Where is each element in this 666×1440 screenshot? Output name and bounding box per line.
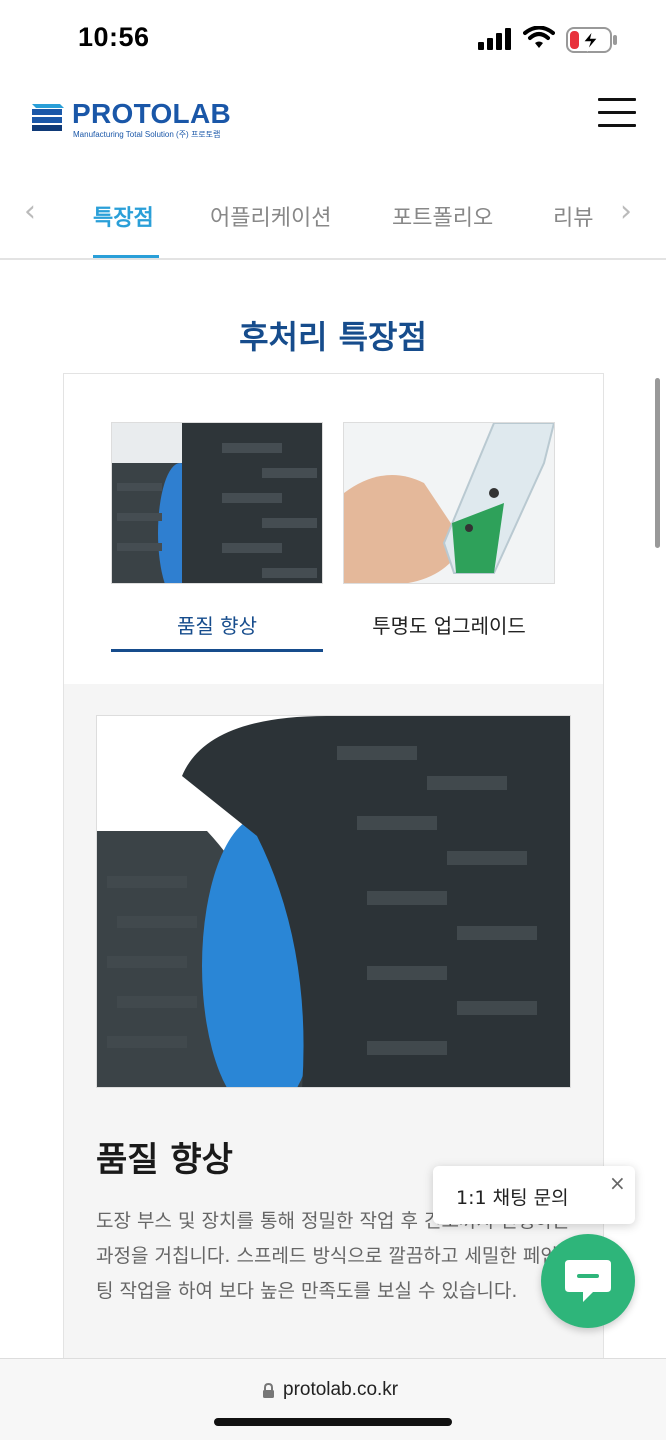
- browser-url-bar[interactable]: protolab.co.kr: [0, 1358, 666, 1440]
- site-header: PROTOLAB Manufacturing Total Solution (주…: [0, 80, 666, 160]
- tab-reviews[interactable]: 리뷰: [553, 200, 593, 232]
- signal-icon: [478, 28, 511, 50]
- scrollbar[interactable]: [655, 378, 660, 548]
- thumb-transparency-image[interactable]: [343, 422, 555, 584]
- logo-mark-icon: [32, 104, 64, 131]
- detail-title: 품질 향상: [96, 1140, 233, 1180]
- chat-tooltip-text: 1:1 채팅 문의: [456, 1187, 569, 1209]
- chat-bubble-icon: [565, 1260, 611, 1302]
- logo[interactable]: PROTOLAB Manufacturing Total Solution (주…: [30, 98, 231, 139]
- battery-charging-icon: [566, 27, 617, 53]
- menu-icon[interactable]: [598, 98, 636, 130]
- tab-nav: ‹ 특장점 어플리케이션 포트폴리오 리뷰 ›: [0, 180, 666, 260]
- home-indicator[interactable]: [214, 1418, 452, 1426]
- tab-features[interactable]: 특장점: [93, 200, 154, 232]
- active-tab-indicator: [93, 255, 159, 258]
- chat-button[interactable]: [541, 1234, 635, 1328]
- browser-url: protolab.co.kr: [283, 1379, 399, 1400]
- detail-image: [96, 715, 571, 1088]
- tab-portfolio[interactable]: 포트폴리오: [392, 200, 493, 232]
- section-title: 후처리 특장점: [239, 318, 427, 356]
- logo-subtitle: Manufacturing Total Solution (주) 프로토랩: [73, 130, 221, 139]
- chat-tooltip[interactable]: 1:1 채팅 문의 ×: [433, 1166, 635, 1224]
- logo-name: PROTOLAB: [72, 98, 231, 129]
- chevron-right-icon[interactable]: ›: [620, 194, 632, 229]
- close-icon[interactable]: ×: [609, 1171, 626, 1195]
- tab-applications[interactable]: 어플리케이션: [210, 200, 331, 232]
- status-time: 10:56: [78, 22, 150, 52]
- option-quality-label[interactable]: 품질 향상: [111, 610, 323, 639]
- wifi-icon: [523, 26, 555, 48]
- lock-icon: [263, 1383, 274, 1398]
- status-bar: 10:56: [0, 0, 666, 80]
- thumb-quality-image[interactable]: [111, 422, 323, 584]
- detail-panel: 품질 향상 도장 부스 및 장치를 통해 정밀한 작업 후 건조까지 진행하는 …: [64, 684, 603, 1374]
- chevron-left-icon[interactable]: ‹: [24, 194, 36, 229]
- selected-option-indicator: [111, 649, 323, 652]
- option-transparency-label[interactable]: 투명도 업그레이드: [343, 610, 555, 639]
